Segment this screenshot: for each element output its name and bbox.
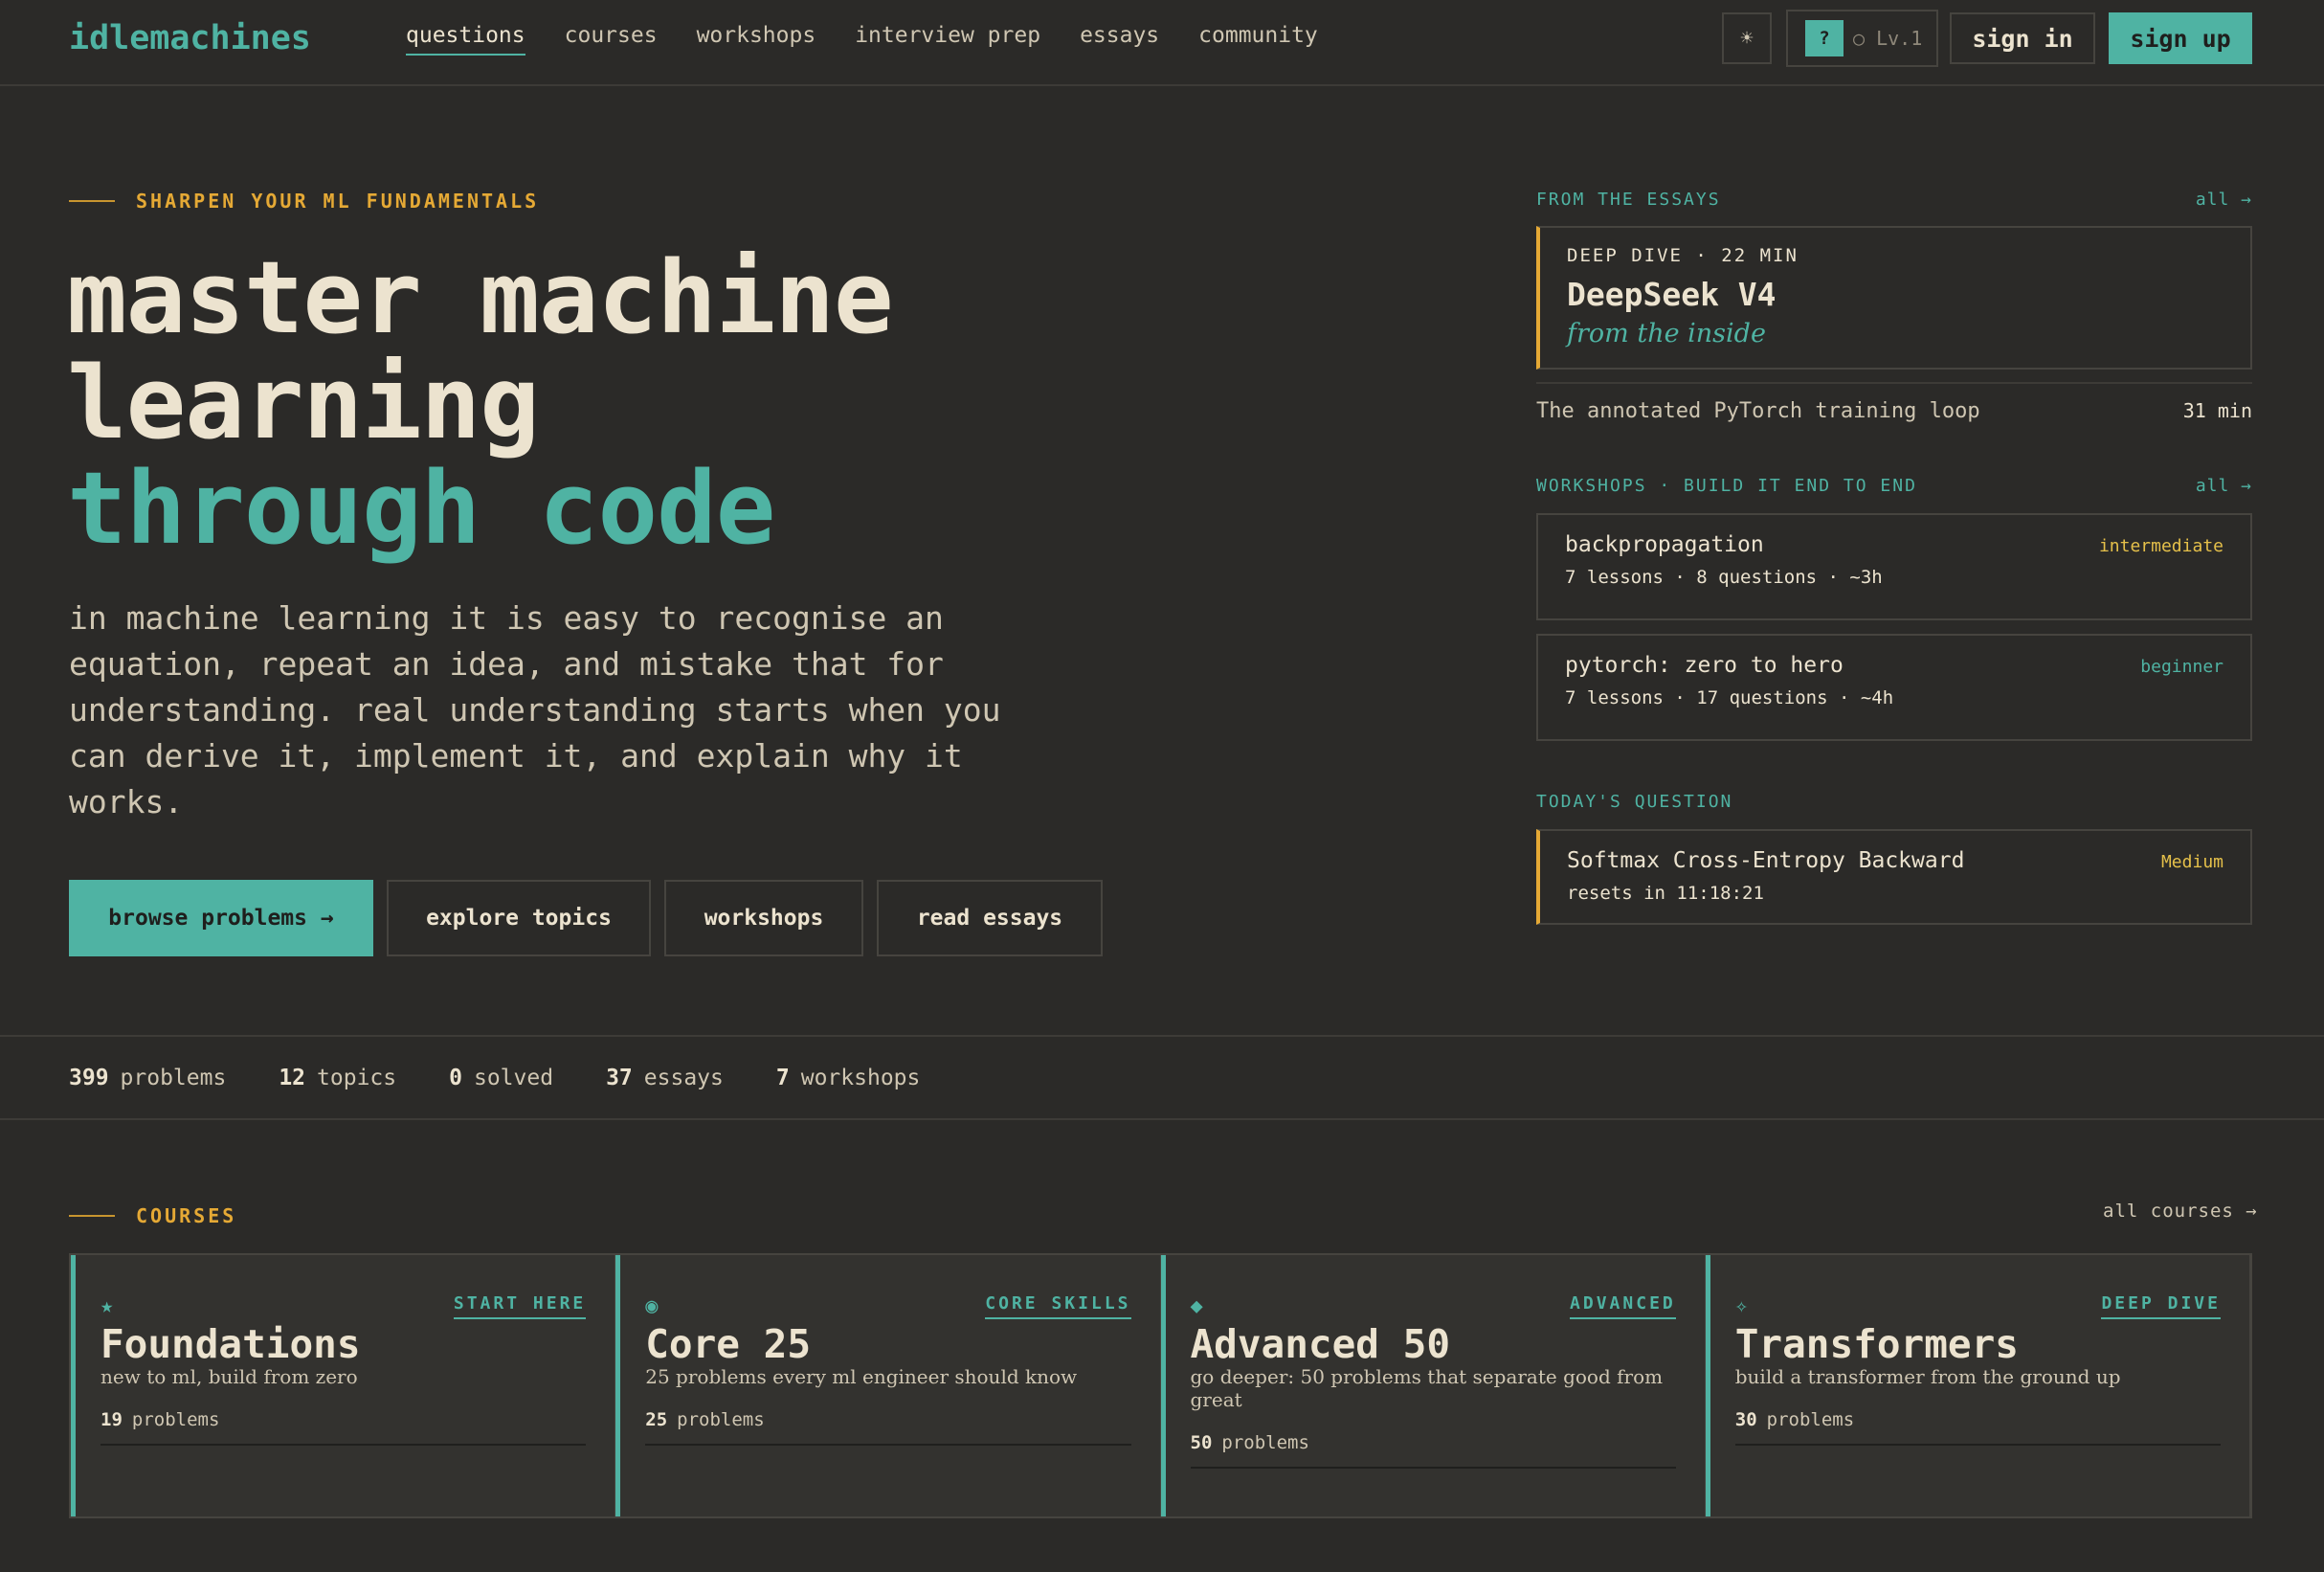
sign-in-button[interactable]: sign in <box>1950 12 2095 64</box>
todays-question-card[interactable]: Softmax Cross-Entropy Backward Medium re… <box>1536 829 2252 925</box>
courses-eyebrow-text: COURSES <box>136 1204 237 1227</box>
course-tag: START HERE <box>453 1293 587 1319</box>
course-name: Transformers <box>1734 1321 2019 1367</box>
essay-title: DeepSeek V4 <box>1567 276 1777 313</box>
nav-questions[interactable]: questions <box>406 23 525 56</box>
workshop-meta: 7 lessons · 17 questions · ~4h <box>1565 687 1894 708</box>
course-card-core-25[interactable]: ◉ CORE SKILLS Core 25 25 problems every … <box>615 1255 1161 1516</box>
read-essays-button[interactable]: read essays <box>877 880 1103 956</box>
hero-title: master machine learning through code <box>67 239 894 567</box>
course-tag: ADVANCED <box>1570 1293 1676 1319</box>
hero-eyebrow-text: SHARPEN YOUR ML FUNDAMENTALS <box>136 190 540 213</box>
theme-toggle-button[interactable]: ☀ <box>1722 12 1772 64</box>
essay-list-item[interactable]: The annotated PyTorch training loop 31 m… <box>1536 382 2252 423</box>
essays-header: FROM THE ESSAYS all → <box>1536 190 2252 210</box>
stat-essays: 37 essays <box>606 1065 724 1090</box>
workshops-button[interactable]: workshops <box>664 880 863 956</box>
workshop-level-badge: intermediate <box>2098 536 2223 556</box>
workshop-title: backpropagation <box>1565 532 1764 557</box>
difficulty-badge: Medium <box>2160 852 2223 872</box>
todays-question-header: TODAY'S QUESTION <box>1536 792 2252 812</box>
course-name: Foundations <box>101 1321 361 1367</box>
course-problem-count: 30 problems <box>1734 1409 2221 1446</box>
course-description: new to ml, build from zero <box>101 1365 358 1388</box>
course-description: 25 problems every ml engineer should kno… <box>645 1365 1078 1388</box>
target-icon: ◉ <box>645 1294 659 1318</box>
all-courses-link[interactable]: all courses → <box>2103 1201 2258 1222</box>
nav-workshops[interactable]: workshops <box>697 23 816 56</box>
course-description: build a transformer from the ground up <box>1734 1365 2121 1388</box>
eyebrow-rule <box>69 1215 115 1217</box>
course-description: go deeper: 50 problems that separate goo… <box>1190 1365 1664 1411</box>
sign-up-button[interactable]: sign up <box>2109 12 2252 64</box>
level-indicator[interactable]: ? ○ Lv.1 <box>1786 10 1938 67</box>
diamond-icon: ◆ <box>1190 1294 1203 1318</box>
essays-heading: FROM THE ESSAYS <box>1536 190 1721 210</box>
course-problem-count: 25 problems <box>645 1409 1131 1446</box>
hero-description: in machine learning it is easy to recogn… <box>69 599 1001 820</box>
sun-icon: ☀ <box>1740 26 1754 51</box>
primary-nav: questions courses workshops interview pr… <box>406 23 1318 56</box>
course-grid: ★ START HERE Foundations new to ml, buil… <box>69 1253 2252 1518</box>
stat-problems: 399 problems <box>69 1065 227 1090</box>
essay-list-title: The annotated PyTorch training loop <box>1536 399 1980 423</box>
stat-workshops: 7 workshops <box>775 1065 921 1090</box>
hero-title-line-3: through code <box>67 450 775 567</box>
eyebrow-rule <box>69 200 115 202</box>
nav-essays[interactable]: essays <box>1080 23 1159 56</box>
course-tag: DEEP DIVE <box>2101 1293 2221 1319</box>
nav-courses[interactable]: courses <box>565 23 658 56</box>
hero-eyebrow: SHARPEN YOUR ML FUNDAMENTALS <box>69 190 539 213</box>
star-icon: ★ <box>101 1294 114 1318</box>
explore-topics-button[interactable]: explore topics <box>387 880 651 956</box>
essay-subtitle: from the inside <box>1567 319 1766 348</box>
sparkle-icon: ✧ <box>1734 1294 1748 1318</box>
nav-community[interactable]: community <box>1198 23 1318 56</box>
essays-all-link[interactable]: all → <box>2196 190 2252 210</box>
course-card-transformers[interactable]: ✧ DEEP DIVE Transformers build a transfo… <box>1705 1255 2250 1516</box>
hero-cta-group: browse problems → explore topics worksho… <box>69 880 1103 956</box>
level-badge: ? <box>1805 20 1844 56</box>
course-problem-count: 50 problems <box>1190 1432 1676 1469</box>
course-card-advanced-50[interactable]: ◆ ADVANCED Advanced 50 go deeper: 50 pro… <box>1160 1255 1706 1516</box>
hero-title-line-2: learning <box>67 345 540 461</box>
course-name: Core 25 <box>645 1321 812 1367</box>
question-reset-timer: resets in 11:18:21 <box>1567 883 1764 904</box>
course-name: Advanced 50 <box>1190 1321 1451 1367</box>
todays-question-heading: TODAY'S QUESTION <box>1536 792 1733 812</box>
workshop-meta: 7 lessons · 8 questions · ~3h <box>1565 567 1883 588</box>
courses-eyebrow: COURSES <box>69 1204 236 1227</box>
site-logo[interactable]: idlemachines <box>69 19 311 57</box>
stat-solved: 0 solved <box>449 1065 554 1090</box>
course-card-foundations[interactable]: ★ START HERE Foundations new to ml, buil… <box>71 1255 616 1516</box>
workshop-title: pytorch: zero to hero <box>1565 653 1844 678</box>
workshop-card-backpropagation[interactable]: backpropagation intermediate 7 lessons ·… <box>1536 513 2252 620</box>
workshop-level-badge: beginner <box>2140 657 2223 677</box>
course-tag: CORE SKILLS <box>985 1293 1131 1319</box>
nav-interview-prep[interactable]: interview prep <box>855 23 1040 56</box>
hero-title-line-1: master machine <box>67 239 894 356</box>
stat-topics: 12 topics <box>279 1065 397 1090</box>
workshops-header: WORKSHOPS · BUILD IT END TO END all → <box>1536 476 2252 496</box>
question-title: Softmax Cross-Entropy Backward <box>1567 848 1965 873</box>
stats-bar: 399 problems 12 topics 0 solved 37 essays 7w… <box>0 1035 2324 1120</box>
workshops-heading: WORKSHOPS · BUILD IT END TO END <box>1536 476 1917 496</box>
level-text: ○ Lv.1 <box>1853 27 1923 50</box>
browse-problems-button[interactable]: browse problems → <box>69 880 373 956</box>
workshops-all-link[interactable]: all → <box>2196 476 2252 496</box>
essay-list-duration: 31 min <box>2182 399 2252 422</box>
featured-essay-card[interactable]: DEEP DIVE · 22 MIN DeepSeek V4 from the … <box>1536 226 2252 370</box>
workshop-card-pytorch[interactable]: pytorch: zero to hero beginner 7 lessons… <box>1536 634 2252 741</box>
course-problem-count: 19 problems <box>101 1409 587 1446</box>
essay-meta: DEEP DIVE · 22 MIN <box>1567 245 1799 266</box>
